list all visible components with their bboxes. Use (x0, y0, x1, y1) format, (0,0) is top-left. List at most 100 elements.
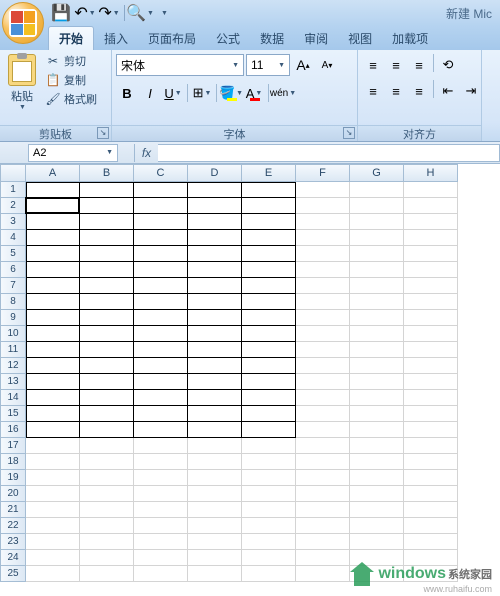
cell[interactable] (350, 390, 404, 406)
cell[interactable] (80, 470, 134, 486)
cell[interactable] (80, 182, 134, 198)
cell[interactable] (404, 342, 458, 358)
row-header[interactable]: 5 (0, 246, 26, 262)
cell[interactable] (188, 294, 242, 310)
cell[interactable] (242, 550, 296, 566)
row-header[interactable]: 12 (0, 358, 26, 374)
cell[interactable] (26, 246, 80, 262)
cell[interactable] (350, 470, 404, 486)
undo-button[interactable]: ↶▼ (74, 3, 96, 23)
cell[interactable] (80, 438, 134, 454)
cell[interactable] (296, 406, 350, 422)
cell[interactable] (26, 470, 80, 486)
cell[interactable] (80, 486, 134, 502)
cell[interactable] (296, 502, 350, 518)
cell[interactable] (296, 374, 350, 390)
cell[interactable] (404, 294, 458, 310)
cell[interactable] (296, 294, 350, 310)
column-header[interactable]: B (80, 164, 134, 182)
row-header[interactable]: 14 (0, 390, 26, 406)
cell[interactable] (188, 310, 242, 326)
cell[interactable] (242, 246, 296, 262)
row-header[interactable]: 22 (0, 518, 26, 534)
orientation-button[interactable]: ⟲ (437, 54, 459, 76)
cell[interactable] (188, 422, 242, 438)
font-name-combo[interactable]: 宋体▼ (116, 54, 244, 76)
cell[interactable] (80, 214, 134, 230)
tab-addins[interactable]: 加载项 (382, 27, 438, 50)
cell[interactable] (350, 518, 404, 534)
borders-button[interactable]: ⊞▼ (191, 82, 213, 104)
cell[interactable] (26, 294, 80, 310)
row-header[interactable]: 4 (0, 230, 26, 246)
cell[interactable] (296, 246, 350, 262)
cell[interactable] (188, 246, 242, 262)
column-header[interactable]: A (26, 164, 80, 182)
cell[interactable] (80, 550, 134, 566)
cell[interactable] (134, 198, 188, 214)
cut-button[interactable]: ✂剪切 (42, 52, 100, 70)
cell[interactable] (188, 502, 242, 518)
cell[interactable] (404, 278, 458, 294)
tab-page-layout[interactable]: 页面布局 (138, 27, 206, 50)
cell[interactable] (80, 198, 134, 214)
cell[interactable] (26, 214, 80, 230)
cells-area[interactable] (26, 182, 458, 582)
cell[interactable] (350, 278, 404, 294)
cell[interactable] (350, 182, 404, 198)
cell[interactable] (188, 454, 242, 470)
cell[interactable] (80, 294, 134, 310)
cell[interactable] (188, 278, 242, 294)
cell[interactable] (188, 182, 242, 198)
cell[interactable] (296, 518, 350, 534)
cell[interactable] (80, 310, 134, 326)
cell[interactable] (242, 214, 296, 230)
cell[interactable] (188, 390, 242, 406)
cell[interactable] (404, 422, 458, 438)
cell[interactable] (134, 246, 188, 262)
cell[interactable] (26, 390, 80, 406)
cell[interactable] (350, 230, 404, 246)
cell[interactable] (26, 518, 80, 534)
column-header[interactable]: D (188, 164, 242, 182)
cell[interactable] (188, 358, 242, 374)
cell[interactable] (242, 486, 296, 502)
row-header[interactable]: 24 (0, 550, 26, 566)
cell[interactable] (188, 262, 242, 278)
cell[interactable] (80, 534, 134, 550)
cell[interactable] (404, 502, 458, 518)
row-header[interactable]: 23 (0, 534, 26, 550)
cell[interactable] (296, 182, 350, 198)
cell[interactable] (242, 374, 296, 390)
row-header[interactable]: 20 (0, 486, 26, 502)
cell[interactable] (134, 502, 188, 518)
align-middle-button[interactable]: ≡ (385, 54, 407, 76)
column-header[interactable]: H (404, 164, 458, 182)
row-header[interactable]: 7 (0, 278, 26, 294)
italic-button[interactable]: I (139, 82, 161, 104)
cell[interactable] (134, 310, 188, 326)
cell[interactable] (134, 374, 188, 390)
cell[interactable] (134, 182, 188, 198)
row-header[interactable]: 6 (0, 262, 26, 278)
office-button[interactable] (2, 2, 44, 44)
cell[interactable] (404, 438, 458, 454)
cell[interactable] (242, 198, 296, 214)
cell[interactable] (80, 326, 134, 342)
column-header[interactable]: C (134, 164, 188, 182)
cell[interactable] (350, 358, 404, 374)
cell[interactable] (242, 422, 296, 438)
cell[interactable] (350, 534, 404, 550)
cell[interactable] (242, 454, 296, 470)
cell[interactable] (188, 374, 242, 390)
cell[interactable] (134, 358, 188, 374)
cell[interactable] (26, 566, 80, 582)
cell[interactable] (296, 262, 350, 278)
cell[interactable] (134, 454, 188, 470)
underline-button[interactable]: U▼ (162, 82, 184, 104)
phonetic-button[interactable]: wén▼ (272, 82, 294, 104)
cell[interactable] (350, 310, 404, 326)
cell[interactable] (188, 534, 242, 550)
cell[interactable] (134, 294, 188, 310)
row-header[interactable]: 17 (0, 438, 26, 454)
